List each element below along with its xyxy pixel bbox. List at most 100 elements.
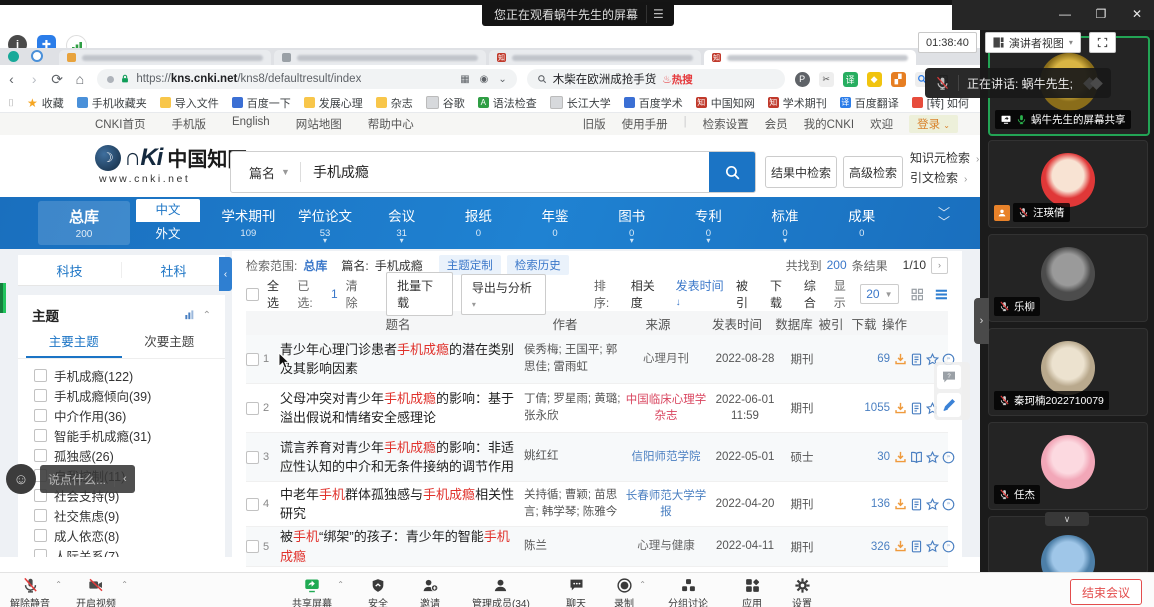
bookmark-item[interactable]: 百度学术	[624, 95, 683, 111]
topic-item[interactable]: 手机成瘾倾向(39)	[18, 385, 225, 405]
top-link[interactable]: 检索设置	[703, 116, 749, 132]
more-options-caret[interactable]: ⌃	[121, 580, 128, 589]
participant-tile[interactable]: 秦珂楠2022710079	[988, 328, 1148, 416]
participant-tile[interactable]: 乐柳	[988, 234, 1148, 322]
clear-selection-link[interactable]: 清除	[346, 277, 368, 311]
read-doc-icon[interactable]	[910, 498, 923, 511]
security-button[interactable]: 安全	[368, 576, 388, 607]
chevron-down-icon[interactable]: ⌄	[498, 74, 506, 85]
minimize-button[interactable]: —	[1058, 7, 1072, 21]
breakout-rooms-button[interactable]: 分组讨论	[668, 576, 708, 607]
more-options-caret[interactable]: ⌃	[337, 580, 344, 589]
more-options-caret[interactable]: ⌃	[639, 580, 646, 589]
read-doc-icon[interactable]	[910, 540, 923, 553]
authors[interactable]: 陈兰	[524, 538, 622, 555]
advanced-search-button[interactable]: 高级检索	[843, 156, 903, 188]
home-button[interactable]: ⌂	[68, 71, 91, 87]
nav-category[interactable]: 专利0▾	[670, 197, 747, 249]
start-video-button[interactable]: 开启视频⌃	[76, 576, 116, 607]
bookmark-item[interactable]: 知中国知网	[696, 95, 755, 111]
nav-category[interactable]: 报纸0	[440, 197, 517, 249]
fullscreen-button[interactable]	[1089, 32, 1116, 53]
record-button[interactable]: 录制⌃	[614, 576, 634, 607]
game-extension-icon[interactable]: ▞	[891, 72, 906, 87]
source-link[interactable]: 长春师范大学学报	[622, 488, 710, 520]
list-view-icon[interactable]	[935, 287, 948, 302]
favorite-icon[interactable]	[926, 498, 939, 511]
sidebar-collapse-button[interactable]: ‹	[219, 257, 232, 291]
top-link[interactable]: 会员	[765, 116, 788, 132]
download-icon[interactable]	[894, 451, 907, 464]
sort-option[interactable]: 下载	[770, 277, 792, 311]
participant-tile[interactable]: 汪瑛倩	[988, 140, 1148, 228]
sort-option[interactable]: 发表时间↓	[676, 277, 724, 311]
read-doc-icon[interactable]	[910, 353, 923, 366]
source-link[interactable]: 信阳师范学院	[622, 449, 710, 465]
topic-checkbox[interactable]	[34, 429, 47, 442]
batch-download-button[interactable]: 批量下载	[386, 272, 453, 316]
sort-bars-icon[interactable]	[184, 310, 195, 320]
back-button[interactable]: ‹	[0, 71, 23, 87]
source-link[interactable]: 中国临床心理学杂志	[622, 392, 710, 424]
forward-button[interactable]: ›	[23, 71, 46, 87]
bookmark-item[interactable]: 谷歌	[426, 95, 465, 111]
topic-checkbox[interactable]	[34, 549, 47, 558]
more-options-caret[interactable]: ⌃	[55, 580, 62, 589]
search-button[interactable]	[709, 152, 755, 192]
topic-item[interactable]: 孤独感(26)	[18, 445, 225, 465]
top-link[interactable]: 手机版	[171, 116, 206, 132]
read-doc-icon[interactable]	[910, 402, 923, 415]
bookmark-item[interactable]: 百度一下	[232, 95, 291, 111]
participants-scroll-chevron[interactable]: ∨	[1045, 512, 1089, 526]
search-in-results-button[interactable]: 结果中检索	[765, 156, 837, 188]
top-link[interactable]: 帮助中心	[368, 116, 414, 132]
download-icon[interactable]	[894, 353, 907, 366]
subtab-secondary-topics[interactable]: 次要主题	[122, 331, 218, 358]
sort-option[interactable]: 被引	[736, 277, 758, 311]
row-checkbox[interactable]	[246, 540, 259, 553]
authors[interactable]: 丁倩; 罗星雨; 黄璐; 张永欣	[524, 391, 622, 426]
result-title-link[interactable]: 中老年手机群体孤独感与手机成瘾相关性研究	[280, 485, 524, 524]
row-checkbox[interactable]	[246, 353, 259, 366]
profile-extension-icon[interactable]: P	[795, 72, 810, 87]
reload-button[interactable]: ⟳	[46, 71, 69, 88]
scissors-icon[interactable]: ✂	[819, 72, 834, 87]
topic-item[interactable]: 中介作用(36)	[18, 405, 225, 425]
table-row[interactable]: 1青少年心理门诊患者手机成瘾的潜在类别及其影响因素侯秀梅; 王国平; 郭思佳; …	[246, 335, 948, 384]
layout-menu-icon[interactable]: ☰	[646, 5, 670, 23]
row-checkbox[interactable]	[246, 402, 259, 415]
bookmark-item[interactable]: 译百度翻译	[840, 95, 899, 111]
topic-checkbox[interactable]	[34, 389, 47, 402]
select-all-checkbox[interactable]	[246, 288, 259, 301]
unmute-button[interactable]: 解除静音⌃	[10, 576, 50, 607]
nav-expand-chevron-icon[interactable]: ﹀﹀	[938, 209, 950, 227]
topic-checkbox[interactable]	[34, 529, 47, 542]
topic-checkbox[interactable]	[34, 369, 47, 382]
cite-icon[interactable]: ”	[942, 451, 955, 464]
collapse-caret-icon[interactable]: ⌃	[203, 310, 211, 321]
favorite-icon[interactable]	[926, 451, 939, 464]
topic-item[interactable]: 社交焦虑(9)	[18, 505, 225, 525]
tab-social[interactable]: 社科	[122, 261, 225, 280]
browser-tab[interactable]	[274, 50, 486, 65]
nav-category[interactable]: 学位论文53▾	[287, 197, 364, 249]
nav-category[interactable]: 成果0	[823, 197, 900, 249]
nav-category[interactable]: 会议31▾	[363, 197, 440, 249]
shield-extension-icon[interactable]: ◆	[867, 72, 882, 87]
knowledge-search-link[interactable]: 知识元检索›	[910, 149, 979, 169]
search-input[interactable]	[301, 164, 709, 180]
profile-ring-icon[interactable]	[31, 50, 43, 62]
table-row[interactable]: 3谎言养育对青少年手机成瘾的影响：非适应性认知的中介和无条件接纳的调节作用姚红红…	[246, 433, 948, 482]
nav-category[interactable]: 学术期刊109	[210, 197, 287, 249]
login-button[interactable]: 登录 ⌄	[909, 115, 958, 133]
browser-tab[interactable]	[59, 50, 271, 65]
bookmark-item[interactable]: 杂志	[376, 95, 413, 111]
authors[interactable]: 侯秀梅; 王国平; 郭思佳; 雷雨虹	[524, 342, 622, 377]
download-icon[interactable]	[894, 540, 907, 553]
scope-db-link[interactable]: 总库	[303, 257, 327, 274]
apps-button[interactable]: 应用	[742, 576, 762, 607]
source-link[interactable]: 心理与健康	[622, 538, 710, 554]
invite-button[interactable]: 邀请	[420, 576, 440, 607]
sort-option[interactable]: 综合	[804, 277, 826, 311]
end-meeting-button[interactable]: 结束会议	[1070, 579, 1142, 605]
